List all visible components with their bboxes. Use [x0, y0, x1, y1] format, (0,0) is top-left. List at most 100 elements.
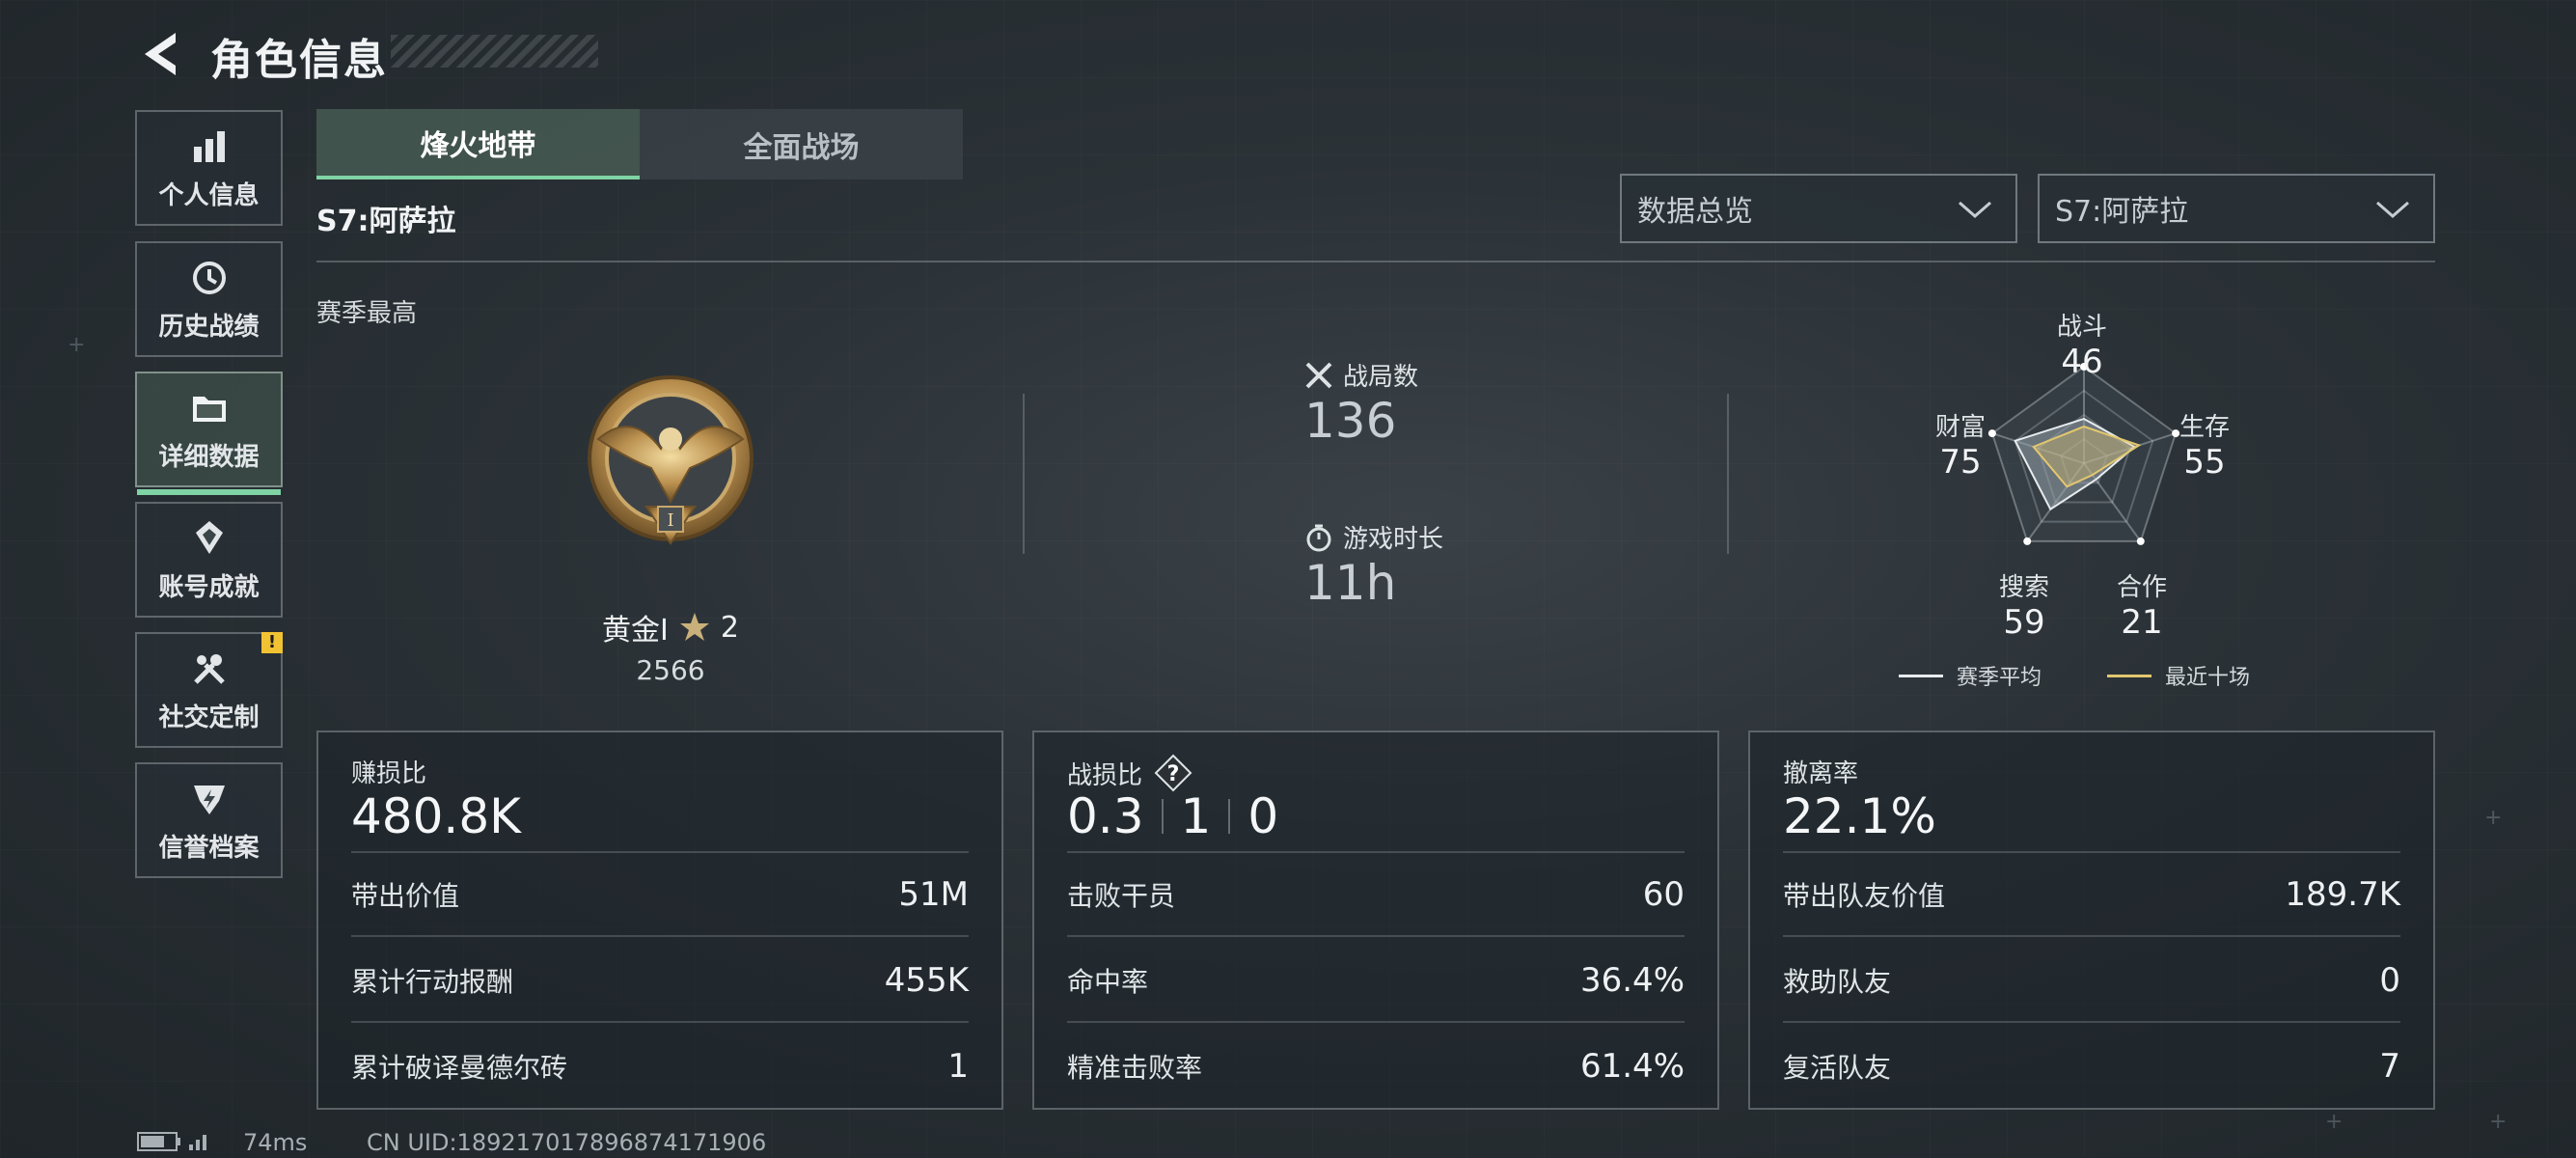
- divider: [1727, 394, 1729, 554]
- tab-full-battle[interactable]: 全面战场: [640, 109, 963, 179]
- page-title: 角色信息: [210, 36, 388, 85]
- row-value: 7: [2379, 1047, 2400, 1086]
- row-label: 累计破译曼德尔砖: [351, 1052, 568, 1084]
- card-row: 带出队友价值 189.7K: [1783, 875, 2400, 914]
- sidebar-item-personal-info[interactable]: 个人信息: [135, 110, 283, 226]
- dropdown-value: 数据总览: [1637, 195, 1753, 229]
- radar-label: 财富: [1934, 413, 1986, 442]
- stopwatch-icon: [1306, 524, 1331, 551]
- sidebar-item-label: 信誉档案: [158, 833, 260, 863]
- alert-badge: !: [261, 632, 283, 653]
- overview-dropdown[interactable]: 数据总览: [1620, 174, 2017, 243]
- card-divider: [1783, 935, 2400, 937]
- card-title: 战损比: [1067, 760, 1143, 790]
- radar-value: 55: [2183, 443, 2226, 482]
- card-title-row: 战损比 ?: [1067, 754, 1192, 792]
- profit-card: 赚损比 480.8K 带出价值 51M 累计行动报酬 455K 累计破译曼德尔砖 1: [316, 731, 1003, 1110]
- bar-chart-icon: [188, 125, 231, 168]
- playtime-label: 游戏时长: [1343, 525, 1444, 554]
- radar-legend: 赛季平均 最近十场: [1899, 660, 2250, 691]
- legend-recent: 最近十场: [2165, 666, 2251, 690]
- playtime-stat: 游戏时长 11h: [1304, 519, 1443, 611]
- back-button[interactable]: [135, 27, 183, 81]
- sidebar-item-label: 个人信息: [158, 180, 260, 210]
- tab-hazard-zone[interactable]: 烽火地带: [316, 109, 640, 179]
- card-title: 赚损比: [351, 759, 427, 788]
- sidebar-item-achievements[interactable]: 账号成就: [135, 502, 283, 618]
- card-divider: [1783, 1021, 2400, 1023]
- matches-value: 136: [1304, 393, 1397, 449]
- row-value: 455K: [884, 961, 969, 1000]
- row-value: 36.4%: [1579, 961, 1685, 1000]
- sidebar-item-credit-file[interactable]: 信誉档案: [135, 762, 283, 878]
- playtime-value: 11h: [1304, 555, 1397, 611]
- card-divider: [1067, 935, 1685, 937]
- card-row: 击败干员 60: [1067, 875, 1685, 914]
- card-divider: [351, 851, 969, 853]
- row-label: 带出价值: [351, 880, 460, 912]
- svg-text:I: I: [667, 510, 673, 531]
- card-divider: [351, 1021, 969, 1023]
- row-label: 救助队友: [1783, 966, 1892, 998]
- svg-text:?: ?: [1167, 762, 1180, 786]
- card-divider: [351, 935, 969, 937]
- sidebar-item-label: 社交定制: [158, 703, 260, 732]
- row-value: 189.7K: [2285, 875, 2400, 914]
- crossed-swords-icon: [1305, 362, 1332, 388]
- sidebar-item-detailed-data[interactable]: 详细数据: [135, 372, 283, 495]
- credit-shield-icon: [188, 778, 231, 820]
- row-label: 复活队友: [1783, 1052, 1892, 1084]
- radar-label: 合作: [2116, 573, 2167, 602]
- row-value: 0: [2379, 961, 2400, 1000]
- season-high-label: 赛季最高: [316, 299, 418, 328]
- radar-value: 75: [1939, 443, 1982, 482]
- season-dropdown[interactable]: S7:阿萨拉: [2038, 174, 2435, 243]
- radar-label: 搜索: [1998, 573, 2049, 602]
- matches-stat: 战局数 136: [1304, 357, 1418, 449]
- sidebar-item-label: 详细数据: [158, 442, 260, 472]
- kd-value: 0: [1247, 788, 1279, 844]
- sidebar-item-social-custom[interactable]: ! 社交定制: [135, 632, 283, 748]
- title-decoration: [391, 35, 598, 68]
- row-value: 51M: [898, 875, 969, 914]
- radar-value: 59: [2003, 603, 2045, 642]
- radar-axis-search: 搜索 59: [1976, 567, 2072, 642]
- card-row: 救助队友 0: [1783, 961, 2400, 1000]
- radar-axis-survival: 生存 55: [2156, 407, 2253, 482]
- legend-line-recent: [2107, 674, 2152, 677]
- card-row: 精准击败率 61.4%: [1067, 1047, 1685, 1086]
- sidebar-item-history[interactable]: 历史战绩: [135, 241, 283, 357]
- divider: [1023, 394, 1025, 554]
- card-title: 撤离率: [1783, 759, 1859, 788]
- battery-icon: [137, 1129, 212, 1158]
- radar-axis-dot: [2136, 537, 2145, 545]
- kd-value: 1: [1180, 788, 1212, 844]
- kd-value: 0.3: [1067, 788, 1144, 844]
- history-clock-icon: [188, 257, 231, 299]
- crosshair-decor: +: [2325, 1110, 2343, 1134]
- radar-label: 战斗: [2056, 313, 2107, 342]
- sidebar-item-label: 账号成就: [158, 572, 260, 602]
- card-divider: [1783, 851, 2400, 853]
- kd-separator: [1161, 799, 1164, 834]
- achievement-badge-icon: [188, 517, 231, 560]
- card-big-value: 480.8K: [351, 788, 521, 844]
- radar-label: 生存: [2179, 413, 2230, 442]
- season-title: S7:阿萨拉: [316, 205, 456, 238]
- ping-text: 74ms: [243, 1129, 308, 1156]
- radar-axis-combat: 战斗 46: [2034, 307, 2130, 381]
- card-big-value: 22.1%: [1783, 788, 1936, 844]
- crosshair-decor: +: [68, 333, 86, 357]
- radar-axis-dot: [2023, 537, 2032, 545]
- rank-stars: 2: [720, 610, 739, 645]
- card-row: 带出价值 51M: [351, 875, 969, 914]
- radar-value: 21: [2121, 603, 2163, 642]
- matches-label: 战局数: [1343, 363, 1419, 392]
- row-value: 1: [947, 1047, 969, 1086]
- rank-medal-icon: I: [579, 372, 762, 555]
- back-arrow-icon: [145, 33, 176, 75]
- help-icon[interactable]: ?: [1154, 754, 1192, 792]
- rank-score: 2566: [636, 654, 705, 686]
- chevron-down-icon: [1959, 201, 1991, 218]
- row-label: 累计行动报酬: [351, 966, 514, 998]
